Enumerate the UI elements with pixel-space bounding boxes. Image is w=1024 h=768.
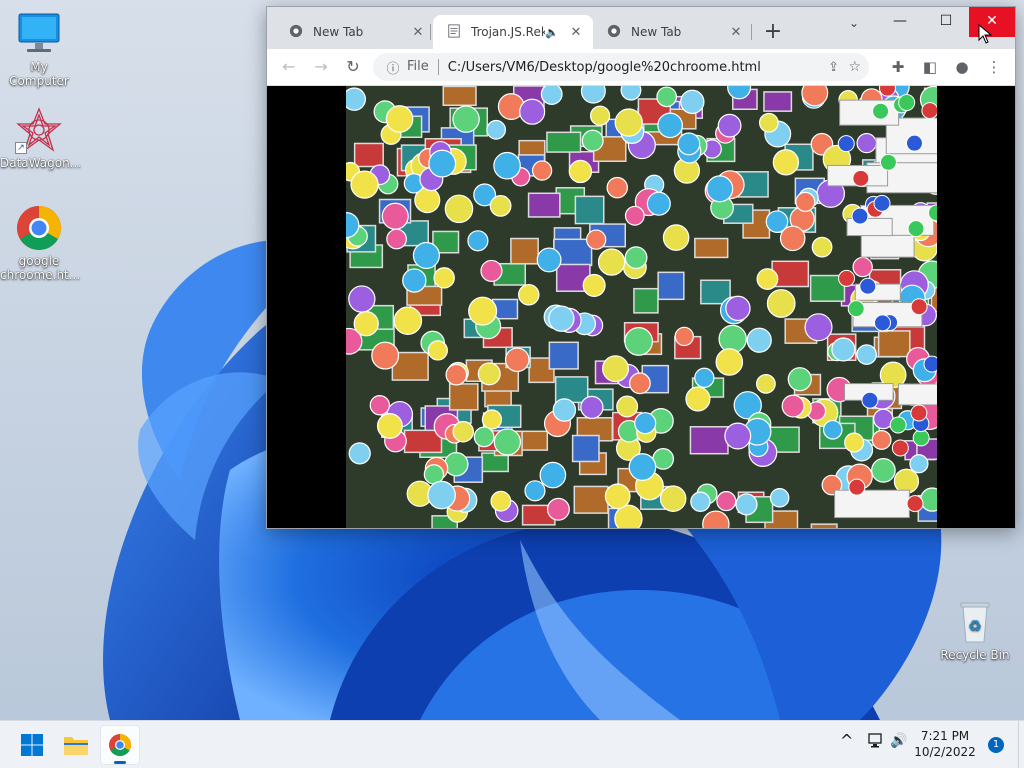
share-icon[interactable]: ⇪ [828,60,839,75]
desktop-icon-my-computer[interactable]: My Computer [0,10,78,88]
browser-toolbar: ← → ↻ ⓘ File C:/Users/VM6/Desktop/google… [267,49,1015,86]
menu-button[interactable]: ⋮ [979,53,1009,81]
tab-separator [751,24,752,40]
maximize-button[interactable]: ☐ [923,7,969,37]
tab-close-icon[interactable]: ✕ [567,25,585,40]
chrome-favicon-icon [289,24,303,41]
clock-time: 7:21 PM [920,729,970,743]
taskbar-chrome[interactable] [100,725,140,765]
profile-button[interactable]: ● [947,53,977,81]
minimize-button[interactable]: — [877,7,923,37]
chevron-up-icon[interactable]: ^ [840,731,853,750]
chrome-icon [15,204,63,252]
address-bar[interactable]: ⓘ File C:/Users/VM6/Desktop/google%20chr… [373,53,869,81]
desktop-icon-google-chroome[interactable]: google chroome.ht... [0,204,81,282]
desktop-icon-datawagon[interactable]: ↗ DataWagon... [0,106,82,170]
desktop-icon-label: google chroome.ht... [0,254,81,282]
taskbar-file-explorer[interactable] [56,725,96,765]
chrome-favicon-icon [607,24,621,41]
speaker-icon[interactable]: 🔈 [545,26,559,39]
show-desktop-button[interactable] [1018,721,1024,768]
page-favicon-icon [447,23,461,41]
mouse-cursor-icon [978,23,993,48]
tab-title: New Tab [631,25,682,39]
tab-separator [430,24,431,40]
forward-button[interactable]: → [305,52,337,82]
star-icon[interactable]: ☆ [848,59,861,75]
recycle-bin-icon: ♻ [951,598,999,646]
arrow-left-icon: ← [282,57,296,76]
tab-search-chevron-icon[interactable]: ⌄ [839,11,869,37]
desktop-icon-recycle-bin[interactable]: ♻ Recycle Bin [936,598,1014,662]
close-button[interactable]: ✕ [969,7,1015,37]
volume-icon[interactable]: 🔊 [890,733,907,749]
windows-logo-icon [21,734,43,756]
new-tab-button[interactable]: + [759,19,787,47]
svg-text:♻: ♻ [968,617,981,635]
clock-date: 10/2/2022 [914,745,976,759]
datawagon-logo-icon: ↗ [15,106,63,154]
minimize-icon: — [893,13,907,29]
network-icon[interactable] [866,733,884,753]
tab-strip: New Tab ✕ Trojan.JS.Rekt 🔈 ✕ New Tab ✕ +… [267,7,1015,49]
running-indicator [114,761,126,764]
reload-icon: ↻ [346,57,360,76]
arrow-right-icon: → [314,57,328,76]
tab-new-tab-1[interactable]: New Tab ✕ [275,15,435,49]
url-text: C:/Users/VM6/Desktop/google%20chroome.ht… [447,59,761,75]
taskbar: ^ 🔊 7:21 PM 10/2/2022 1 [0,720,1024,768]
monitor-icon [15,10,63,58]
tab-close-icon[interactable]: ✕ [409,25,427,40]
folder-icon [64,737,88,755]
maximize-icon: ☐ [939,13,953,29]
tab-new-tab-2[interactable]: New Tab ✕ [593,15,753,49]
shortcut-arrow-icon: ↗ [15,142,27,154]
tab-title: New Tab [313,25,364,39]
tab-close-icon[interactable]: ✕ [727,25,745,40]
desktop-icon-label: My Computer [9,60,69,88]
extensions-button[interactable]: ✚ [883,53,913,81]
desktop-icon-label: Recycle Bin [940,648,1010,662]
notification-badge[interactable]: 1 [988,737,1004,753]
info-icon[interactable]: ⓘ [379,58,407,77]
profile-icon: ● [955,58,969,76]
chrome-window: New Tab ✕ Trojan.JS.Rekt 🔈 ✕ New Tab ✕ +… [266,6,1016,529]
trojan-chaos-canvas [346,86,937,528]
desktop-icon-label: DataWagon... [0,156,82,170]
start-button[interactable] [12,725,52,765]
clock[interactable]: 7:21 PM 10/2/2022 [912,728,978,760]
kebab-menu-icon: ⋮ [986,58,1002,76]
url-scheme: File [407,59,439,75]
page-content [267,86,1015,528]
chrome-icon [109,734,131,756]
side-panel-button[interactable]: ◧ [915,53,945,81]
tab-trojan-js-rekt[interactable]: Trojan.JS.Rekt 🔈 ✕ [433,15,593,49]
back-button[interactable]: ← [273,52,305,82]
reload-button[interactable]: ↻ [337,52,369,82]
sidepanel-icon: ◧ [922,58,938,76]
puzzle-icon: ✚ [891,58,905,76]
tab-title: Trojan.JS.Rekt [471,25,546,39]
